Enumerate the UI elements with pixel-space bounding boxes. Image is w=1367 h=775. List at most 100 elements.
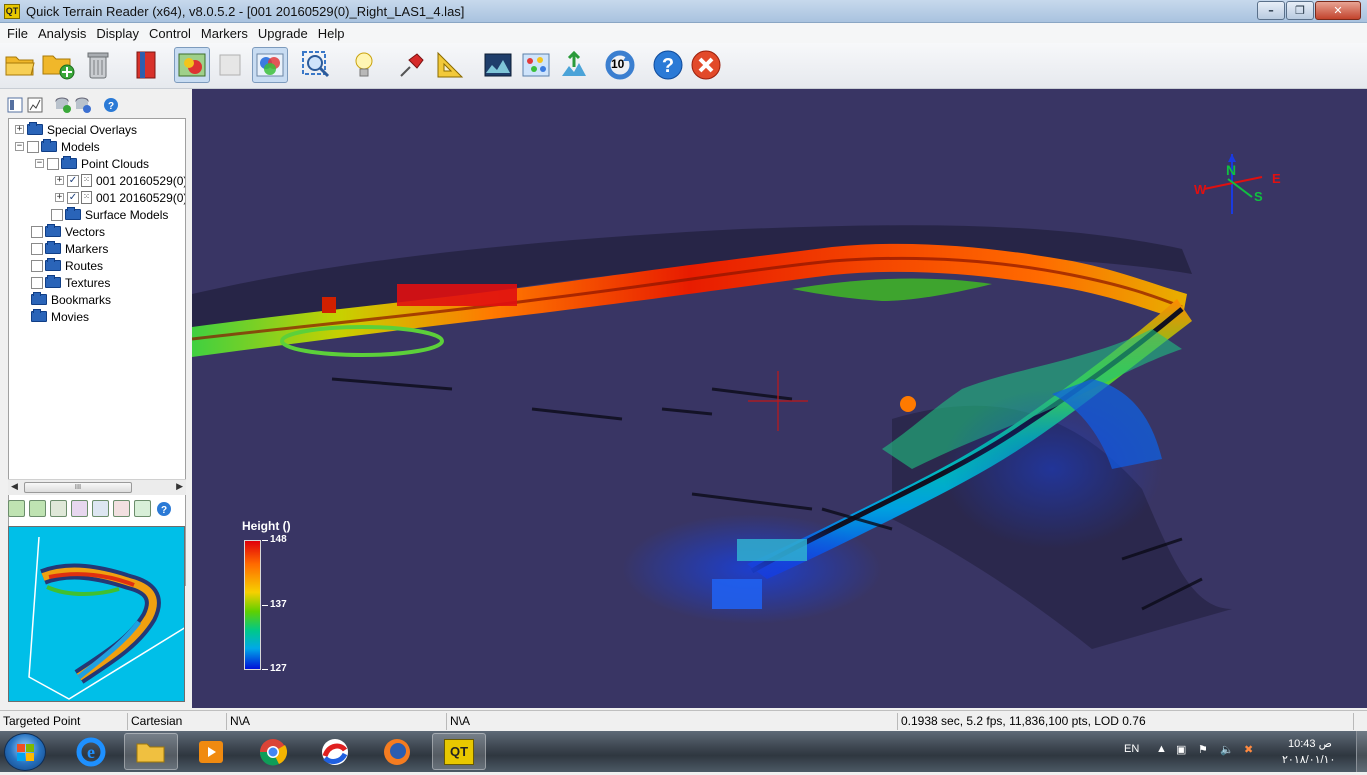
tree-item-textures[interactable]: Textures xyxy=(31,274,110,291)
3d-viewport[interactable]: N S E W Height () 148 137 127 xyxy=(192,89,1367,708)
firefox-icon[interactable] xyxy=(370,733,424,770)
markers-checkbox[interactable] xyxy=(31,242,43,255)
show-hidden-icons-icon[interactable]: ▲ xyxy=(1156,743,1167,755)
ruler-icon[interactable] xyxy=(432,47,468,83)
routes-checkbox[interactable] xyxy=(31,259,43,272)
tree-item-routes[interactable]: Routes xyxy=(31,257,103,274)
media-player-icon[interactable] xyxy=(184,733,238,770)
tree-item-bookmarks[interactable]: Bookmarks xyxy=(31,291,111,308)
point-cloud-1-checkbox[interactable]: ✓ xyxy=(67,174,79,187)
tree-item-point-clouds[interactable]: − Point Clouds xyxy=(35,155,149,172)
folder-icon xyxy=(45,258,61,271)
tree-item-special-overlays[interactable]: + Special Overlays xyxy=(15,121,137,138)
tree-item-markers[interactable]: Markers xyxy=(31,240,108,257)
exit-icon[interactable] xyxy=(688,47,724,83)
svg-text:?: ? xyxy=(161,505,167,516)
qt-reader-icon[interactable]: QT xyxy=(432,733,486,770)
overview-help-icon[interactable]: ? xyxy=(155,500,173,518)
expand-toggle[interactable]: + xyxy=(55,193,64,202)
tree-horizontal-scrollbar[interactable]: ◀ III ▶ xyxy=(8,479,186,495)
scroll-left-icon[interactable]: ◀ xyxy=(11,482,18,492)
collapse-toggle[interactable]: − xyxy=(15,142,24,151)
tree-help-icon[interactable]: ? xyxy=(102,96,120,114)
overview-grid-icon[interactable] xyxy=(50,500,67,517)
clock-date[interactable]: ٢٠١٨/٠١/١٠ xyxy=(1282,753,1335,766)
zoom-fit-icon[interactable] xyxy=(298,47,334,83)
legend-tick xyxy=(262,540,268,541)
overview-map[interactable] xyxy=(8,526,185,702)
close-button[interactable]: ✕ xyxy=(1315,1,1361,20)
bookmark-icon[interactable] xyxy=(128,47,164,83)
tree-item-label: Routes xyxy=(65,258,104,273)
tree-item-point-cloud-2[interactable]: + ✓ ⁙ 001 20160529(0) xyxy=(55,189,185,206)
surface-models-checkbox[interactable] xyxy=(51,208,63,221)
point-clouds-checkbox[interactable] xyxy=(47,157,59,170)
restore-button[interactable]: ❐ xyxy=(1286,1,1314,20)
show-desktop-button[interactable] xyxy=(1356,731,1367,772)
network-icon[interactable]: ▣ xyxy=(1176,743,1186,756)
blank-icon[interactable] xyxy=(212,47,248,83)
vectors-checkbox[interactable] xyxy=(31,225,43,238)
lightbulb-icon[interactable] xyxy=(346,47,382,83)
help-icon[interactable]: ? xyxy=(650,47,686,83)
tree-item-models[interactable]: − Models xyxy=(15,138,100,155)
overview-map-icon[interactable] xyxy=(8,500,25,517)
tree-item-label: Models xyxy=(61,139,100,154)
overview-model-icon[interactable] xyxy=(29,500,46,517)
pin-icon[interactable] xyxy=(392,47,428,83)
overview-refresh-icon[interactable] xyxy=(134,500,151,517)
clock-time[interactable]: ص 10:43 xyxy=(1288,737,1332,750)
overlay-icon[interactable] xyxy=(252,47,288,83)
rotate-icon[interactable]: 10 xyxy=(602,47,638,83)
expand-toggle[interactable]: + xyxy=(15,125,24,134)
delete-icon[interactable] xyxy=(80,47,116,83)
add-database-icon[interactable] xyxy=(54,96,72,114)
points-icon[interactable] xyxy=(518,47,554,83)
minimize-button[interactable]: – xyxy=(1257,1,1285,20)
profile-icon[interactable] xyxy=(480,47,516,83)
menu-markers[interactable]: Markers xyxy=(196,26,253,41)
tree-item-point-cloud-1[interactable]: + ✓ ⁙ 001 20160529(0) xyxy=(55,172,185,189)
security-icon[interactable]: ✖ xyxy=(1244,743,1253,756)
internet-explorer-icon[interactable]: e xyxy=(64,733,118,770)
scroll-thumb[interactable]: III xyxy=(24,482,132,493)
display-model-icon[interactable] xyxy=(174,47,210,83)
tree-item-vectors[interactable]: Vectors xyxy=(31,223,105,240)
compass-icon: N S E W xyxy=(1194,154,1281,214)
svg-text:?: ? xyxy=(108,101,114,112)
remove-database-icon[interactable] xyxy=(74,96,92,114)
paint-icon[interactable] xyxy=(308,733,362,770)
chart-view-icon[interactable] xyxy=(26,96,44,114)
menu-control[interactable]: Control xyxy=(144,26,196,41)
menu-file[interactable]: File xyxy=(2,26,33,41)
start-button[interactable] xyxy=(4,733,46,771)
file-explorer-icon[interactable] xyxy=(124,733,178,770)
models-checkbox[interactable] xyxy=(27,140,39,153)
menu-help[interactable]: Help xyxy=(313,26,350,41)
main-toolbar: 10 ? xyxy=(0,43,1367,89)
expand-toggle[interactable]: + xyxy=(55,176,64,185)
tree-view-icon[interactable] xyxy=(6,96,24,114)
open-folder-icon[interactable] xyxy=(2,47,38,83)
tree-item-movies[interactable]: Movies xyxy=(31,308,89,325)
overview-pin-icon[interactable] xyxy=(113,500,130,517)
language-indicator[interactable]: EN xyxy=(1124,743,1139,755)
scroll-right-icon[interactable]: ▶ xyxy=(176,482,183,492)
point-cloud-2-checkbox[interactable]: ✓ xyxy=(67,191,79,204)
flythrough-icon[interactable] xyxy=(556,47,592,83)
volume-icon[interactable]: 🔈 xyxy=(1220,743,1234,756)
chrome-icon[interactable] xyxy=(246,733,300,770)
tree-item-surface-models[interactable]: Surface Models xyxy=(51,206,168,223)
folder-icon xyxy=(45,275,61,288)
menu-upgrade[interactable]: Upgrade xyxy=(253,26,313,41)
add-folder-icon[interactable] xyxy=(40,47,76,83)
overview-color-icon[interactable] xyxy=(71,500,88,517)
menu-analysis[interactable]: Analysis xyxy=(33,26,91,41)
textures-checkbox[interactable] xyxy=(31,276,43,289)
point-cloud-icon: ⁙ xyxy=(81,191,92,204)
collapse-toggle[interactable]: − xyxy=(35,159,44,168)
overview-points-icon[interactable] xyxy=(92,500,109,517)
action-center-flag-icon[interactable]: ⚑ xyxy=(1198,743,1208,756)
menu-display[interactable]: Display xyxy=(91,26,144,41)
overview-toolbar: ? xyxy=(8,500,173,518)
